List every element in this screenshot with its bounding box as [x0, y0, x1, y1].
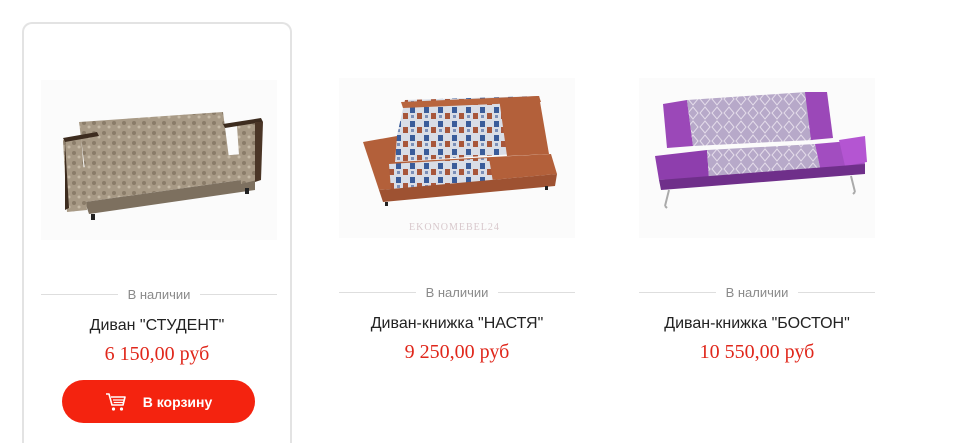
- product-title[interactable]: Диван-книжка "НАСТЯ": [322, 315, 592, 333]
- availability-status: В наличии: [639, 285, 875, 300]
- product-price: 6 150,00 руб: [104, 343, 210, 365]
- sofa-nastya-image: EKONOMEBEL24: [363, 96, 557, 233]
- product-price: 10 550,00 руб: [699, 341, 815, 363]
- add-to-cart-button[interactable]: В корзину: [62, 380, 255, 423]
- product-image[interactable]: [41, 80, 277, 240]
- product-price: 9 250,00 руб: [404, 341, 510, 363]
- product-card-student[interactable]: В наличии Диван "СТУДЕНТ" 6 150,00 руб В…: [22, 22, 292, 443]
- svg-text:EKONOMEBEL24: EKONOMEBEL24: [409, 222, 500, 233]
- product-title[interactable]: Диван "СТУДЕНТ": [24, 317, 290, 335]
- product-image[interactable]: EKONOMEBEL24: [339, 78, 575, 238]
- add-to-cart-label: В корзину: [142, 393, 213, 410]
- product-title[interactable]: Диван-книжка "БОСТОН": [622, 315, 892, 333]
- product-image[interactable]: [639, 78, 875, 238]
- availability-status: В наличии: [41, 287, 277, 302]
- product-card-boston[interactable]: В наличии Диван-книжка "БОСТОН" 10 550,0…: [622, 22, 892, 443]
- sofa-student-image: [63, 112, 263, 220]
- sofa-boston-image: [655, 92, 867, 209]
- product-card-nastya[interactable]: EKONOMEBEL24 В наличии Диван-книжка "НАС…: [322, 22, 592, 443]
- availability-status: В наличии: [339, 285, 575, 300]
- cart-icon: [105, 392, 126, 411]
